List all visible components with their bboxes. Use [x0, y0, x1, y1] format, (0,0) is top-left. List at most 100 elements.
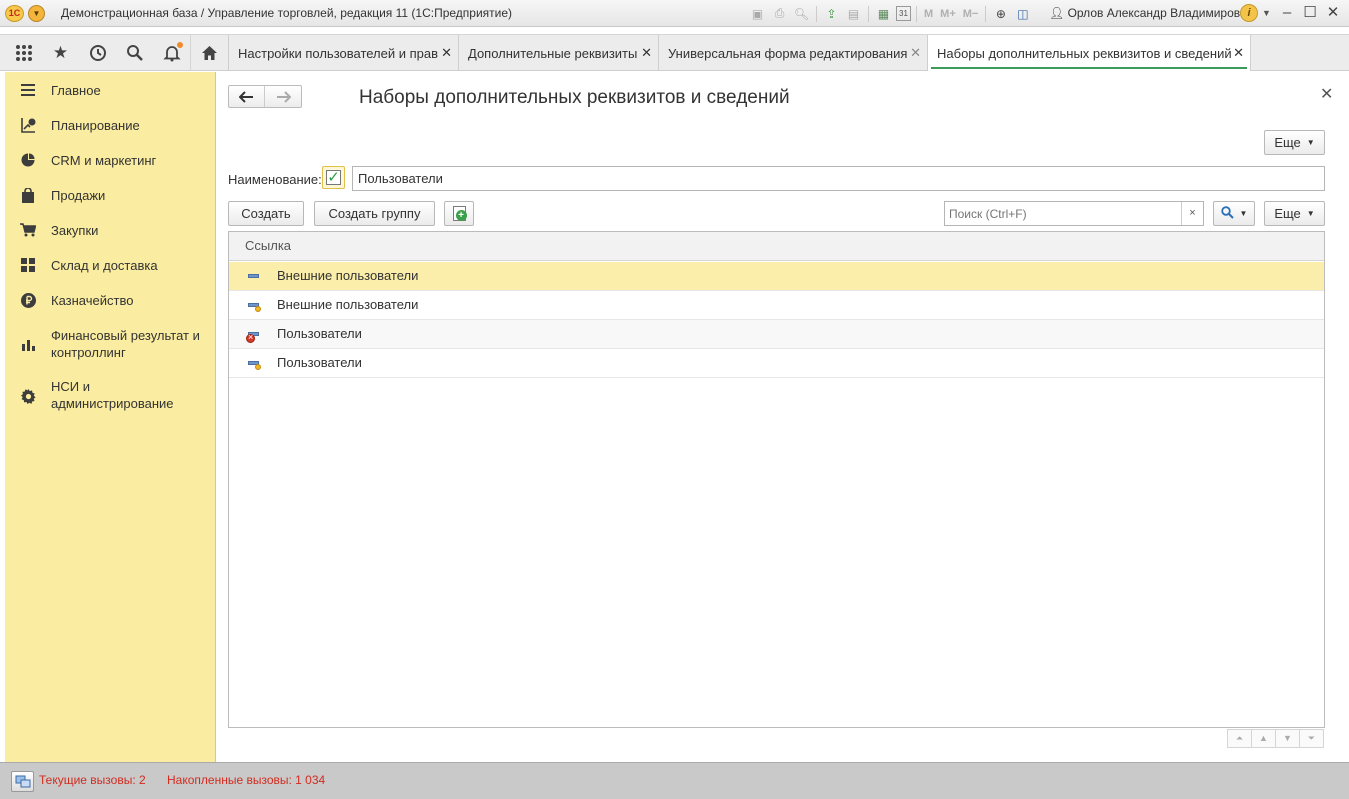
forward-arrow-icon[interactable]	[265, 86, 301, 107]
bar-chart-icon	[20, 337, 36, 353]
user-name[interactable]: 👤︎ Орлов Александр Владимирович	[1049, 6, 1253, 20]
info-icon[interactable]: i	[1240, 4, 1258, 22]
gear-icon	[20, 388, 36, 404]
chevron-down-icon: ▼	[1306, 209, 1315, 218]
current-calls-label: Текущие вызовы: 2	[39, 773, 146, 787]
chevron-down-icon: ▼	[1239, 209, 1248, 218]
pie-chart-icon	[20, 152, 36, 168]
save-icon[interactable]: ▣	[748, 4, 767, 23]
sidebar-item-label: НСИ и администрирование	[51, 379, 174, 411]
sidebar-item-main[interactable]: Главное	[5, 82, 216, 102]
row-label: Внешние пользователи	[277, 268, 419, 283]
tab-label: Дополнительные реквизиты	[468, 45, 638, 61]
search-icon	[1220, 205, 1234, 222]
table-row[interactable]: Пользователи	[229, 349, 1324, 378]
history-nav	[228, 85, 302, 108]
tab-close-icon[interactable]: ✕	[441, 45, 452, 61]
home-icon[interactable]	[190, 35, 227, 71]
search-options-button[interactable]: ▼	[1213, 201, 1255, 226]
sidebar-item-label: Финансовый результат и контроллинг	[51, 328, 200, 360]
memory-plus-button[interactable]: M+	[938, 4, 958, 23]
menu-lines-icon	[20, 82, 36, 98]
add-copy-icon	[452, 206, 467, 221]
search-icon[interactable]	[116, 35, 153, 71]
sidebar-item-admin[interactable]: НСИ и администрирование	[5, 378, 216, 414]
main-menu-button[interactable]: ▼	[28, 5, 45, 22]
maximize-button[interactable]: ☐	[1299, 3, 1321, 23]
sidebar-item-crm[interactable]: CRM и маркетинг	[5, 152, 216, 172]
toolbar-separator	[868, 5, 869, 22]
toolbar-separator	[985, 5, 987, 22]
tab-close-icon[interactable]: ✕	[1233, 45, 1244, 61]
calculator-icon[interactable]: ▦	[874, 4, 893, 23]
planning-icon	[20, 117, 36, 133]
preview-icon[interactable]: 🔍︎	[792, 4, 811, 23]
panels-icon[interactable]: ◫	[1013, 4, 1032, 23]
scroll-top-icon[interactable]: ⏶	[1227, 729, 1252, 748]
server-calls-icon[interactable]	[11, 771, 34, 792]
tab-user-settings[interactable]: Настройки пользователей и прав ✕	[228, 35, 458, 71]
sidebar-item-warehouse[interactable]: Склад и доставка	[5, 257, 216, 277]
close-form-icon[interactable]: ✕	[1320, 84, 1333, 104]
sidebar-item-label: CRM и маркетинг	[51, 153, 157, 168]
info-dropdown-icon[interactable]: ▼	[1262, 8, 1271, 18]
search-input[interactable]	[945, 202, 1181, 225]
close-window-button[interactable]: ✕	[1322, 3, 1344, 23]
tabs-bar: ★ Настройки пользователей и прав ✕ Допол…	[0, 34, 1349, 71]
toolbar-separator	[916, 5, 917, 22]
calendar-icon[interactable]: 31	[896, 6, 911, 21]
print-icon[interactable]: ⎙	[770, 4, 789, 23]
more-button-label: Еще	[1274, 135, 1301, 150]
search-clear-icon[interactable]: ×	[1181, 202, 1203, 225]
name-filter-checkbox[interactable]: ✓	[322, 166, 345, 189]
sidebar-item-label: Казначейство	[51, 293, 134, 308]
more-button[interactable]: Еще ▼	[1264, 130, 1325, 155]
upload-icon[interactable]: ⇪	[822, 4, 841, 23]
document-icon[interactable]: ▤	[844, 4, 863, 23]
name-filter-input[interactable]: Пользователи	[352, 166, 1325, 191]
checkmark-icon: ✓	[326, 169, 341, 186]
set-item-deleted-icon	[246, 330, 260, 343]
sidebar-item-label: Склад и доставка	[51, 258, 158, 273]
notification-dot	[177, 42, 183, 48]
list-more-button[interactable]: Еще ▼	[1264, 201, 1325, 226]
tab-universal-edit-form[interactable]: Универсальная форма редактирования ✕	[658, 35, 927, 71]
copy-item-button[interactable]	[444, 201, 474, 226]
sections-grid-icon[interactable]	[5, 35, 42, 71]
favorites-star-icon[interactable]: ★	[42, 35, 79, 71]
back-arrow-icon[interactable]	[229, 86, 266, 107]
create-button[interactable]: Создать	[228, 201, 304, 226]
cart-icon	[20, 222, 36, 238]
scroll-bottom-icon[interactable]: ⏷	[1299, 729, 1324, 748]
sidebar-item-label: Продажи	[51, 188, 106, 203]
tab-close-icon[interactable]: ✕	[910, 45, 921, 61]
sidebar-item-sales[interactable]: Продажи	[5, 187, 216, 207]
toolbar-separator	[816, 5, 817, 22]
create-group-button[interactable]: Создать группу	[314, 201, 435, 226]
notifications-bell-icon[interactable]	[153, 35, 190, 71]
tab-label: Настройки пользователей и прав	[238, 45, 439, 61]
tab-additional-attributes[interactable]: Дополнительные реквизиты ✕	[458, 35, 658, 71]
user-name-label: Орлов Александр Владимирович	[1067, 6, 1254, 20]
memory-m-button[interactable]: M	[922, 4, 935, 23]
table-row[interactable]: Пользователи	[229, 320, 1324, 349]
sidebar-item-financial-result[interactable]: Финансовый результат и контроллинг	[5, 327, 216, 363]
set-item-icon	[248, 301, 261, 312]
history-icon[interactable]	[79, 35, 116, 71]
column-header-ref[interactable]: Ссылка	[229, 232, 1324, 261]
table-row[interactable]: Внешние пользователи	[229, 262, 1324, 291]
zoom-icon[interactable]: ⊕	[991, 4, 1010, 23]
memory-minus-button[interactable]: M−	[961, 4, 981, 23]
scroll-up-icon[interactable]: ▲	[1251, 729, 1276, 748]
search-box: ×	[944, 201, 1204, 226]
table-row[interactable]: Внешние пользователи	[229, 291, 1324, 320]
sidebar-item-treasury[interactable]: Казначейство	[5, 292, 216, 312]
user-icon: 👤︎	[1049, 6, 1065, 20]
tab-attribute-sets[interactable]: Наборы дополнительных реквизитов и сведе…	[927, 35, 1251, 71]
window-title: Демонстрационная база / Управление торго…	[61, 6, 513, 20]
sidebar-item-planning[interactable]: Планирование	[5, 117, 216, 137]
minimize-button[interactable]: –	[1276, 3, 1298, 23]
sidebar-item-purchases[interactable]: Закупки	[5, 222, 216, 242]
tab-close-icon[interactable]: ✕	[641, 45, 652, 61]
scroll-down-icon[interactable]: ▼	[1275, 729, 1300, 748]
